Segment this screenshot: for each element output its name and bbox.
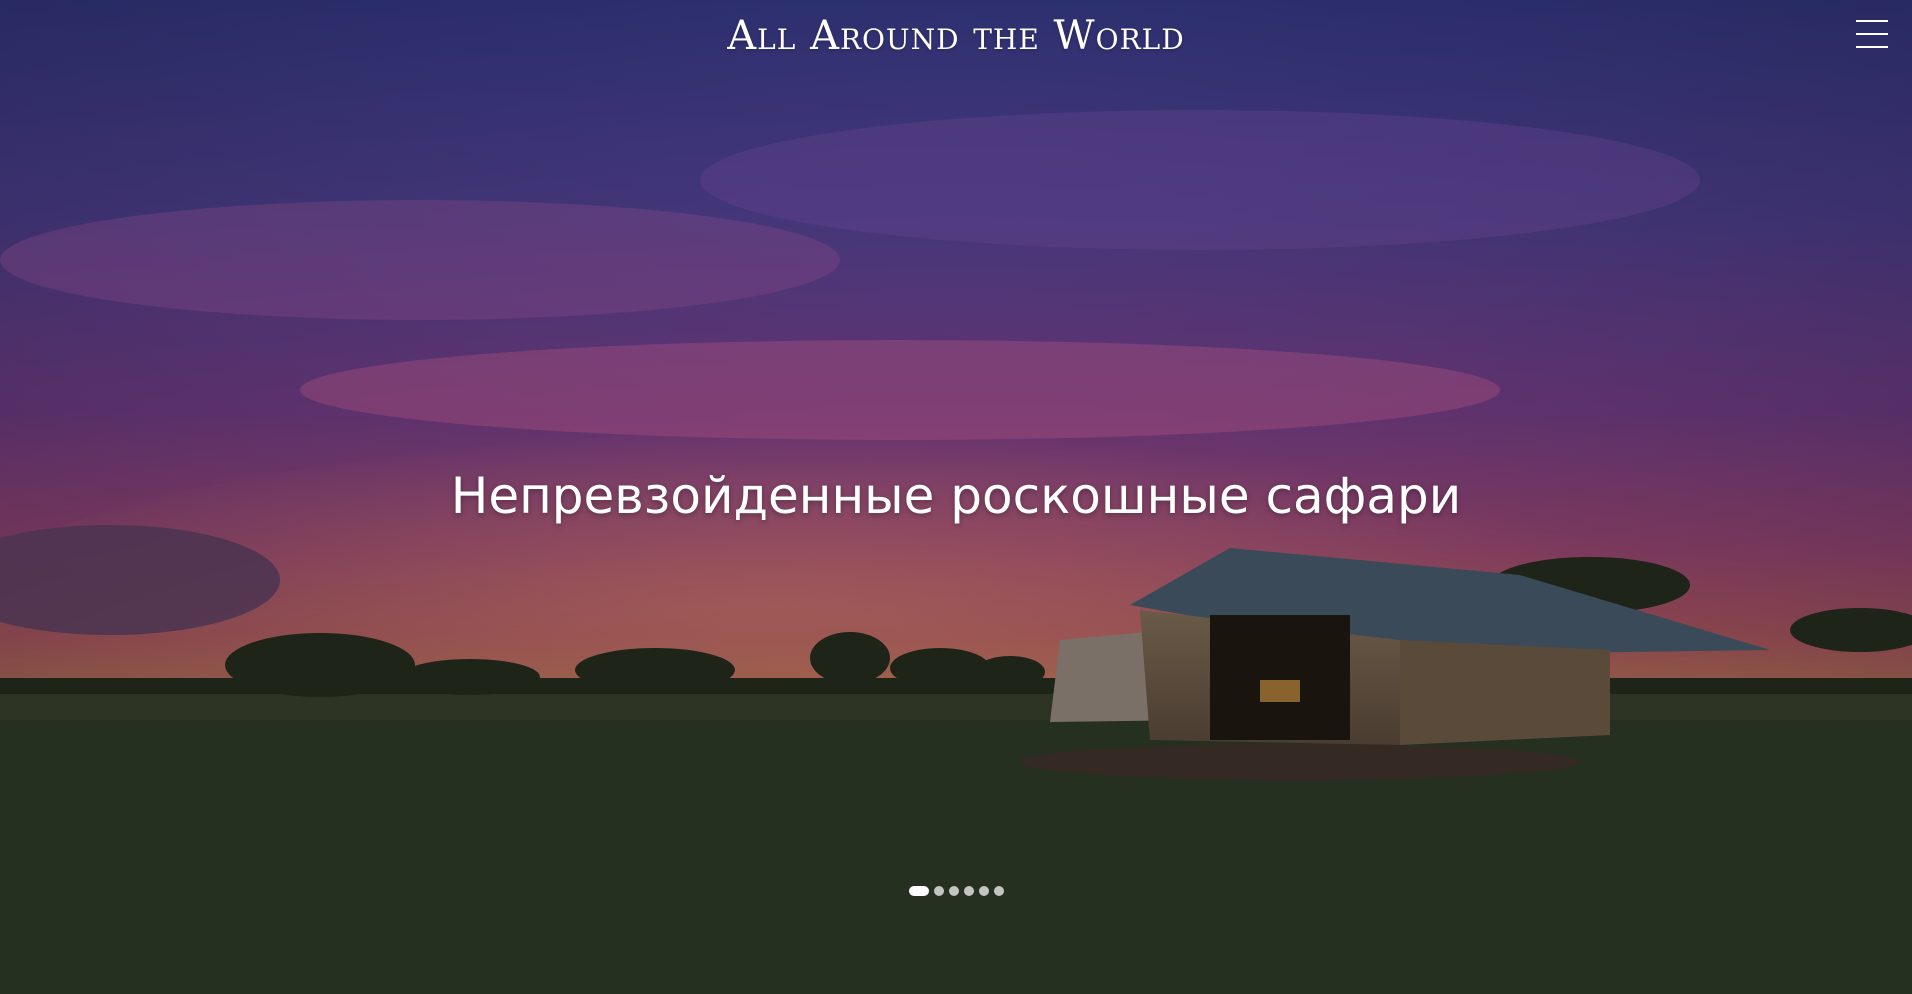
slider-dot-5[interactable]	[978, 886, 989, 896]
slider-pagination	[0, 884, 1912, 898]
slider-dot-1[interactable]	[908, 886, 929, 896]
slider-dot-4[interactable]	[963, 886, 974, 896]
menu-line-bottom	[1856, 46, 1888, 48]
menu-line-middle	[1856, 33, 1888, 35]
slider-dot-2[interactable]	[933, 886, 944, 896]
site-logo[interactable]: All Around the World	[0, 10, 1912, 62]
hamburger-menu-icon[interactable]	[1856, 20, 1888, 50]
slider-dot-6[interactable]	[993, 886, 1004, 896]
slider-dot-3[interactable]	[948, 886, 959, 896]
hero-headline: Непревзойденные роскошные сафари	[450, 467, 1462, 525]
menu-line-top	[1856, 20, 1888, 22]
hero-section: All Around the World Непревзойденные рос…	[0, 0, 1912, 994]
